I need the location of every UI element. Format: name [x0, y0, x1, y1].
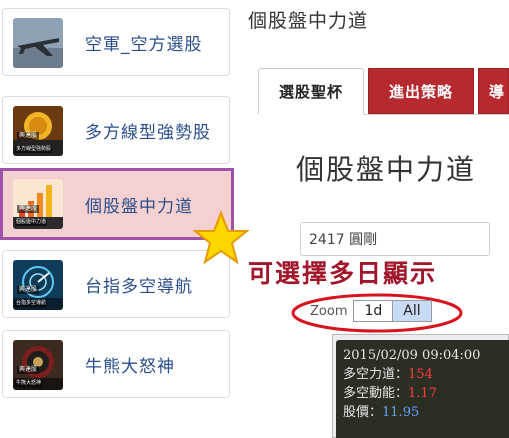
- tab-bar: 選股聖杯 進出策略 導: [258, 68, 509, 116]
- tab-stock-grail[interactable]: 選股聖杯: [258, 68, 364, 114]
- tab-divider: [364, 114, 509, 115]
- sidebar-item-label: 牛熊大怒神: [85, 356, 175, 377]
- tooltip-value: 11.95: [382, 405, 420, 420]
- tab-navigator[interactable]: 導: [478, 68, 509, 114]
- chart-tooltip: 2015/02/09 09:04:00 多空力道：154 多空動能：1.17 股…: [336, 340, 509, 438]
- sidebar-item-label: 台指多空導航: [85, 276, 193, 297]
- roulette-wheel-icon: 興達股 牛熊大怒神: [13, 340, 63, 390]
- sidebar-item-label: 多方線型強勢股: [85, 122, 211, 143]
- thumb-tag: 興達股: [17, 205, 40, 213]
- zoom-all-button[interactable]: All: [393, 300, 432, 322]
- tooltip-row-momentum: 多空動能：1.17: [343, 384, 509, 403]
- tooltip-label: 多空力道：: [343, 367, 409, 382]
- page-title: 個股盤中力道: [248, 10, 369, 32]
- thumb-caption: 個股盤中力道: [15, 219, 48, 226]
- tooltip-datetime: 2015/02/09 09:04:00: [343, 348, 481, 363]
- sidebar-item-label: 個股盤中力道: [85, 196, 193, 217]
- star-icon: [193, 210, 249, 265]
- multi-day-callout: 可選擇多日顯示: [248, 259, 438, 288]
- jet-fighter-icon: [13, 18, 63, 68]
- zoom-label: Zoom: [310, 303, 348, 319]
- tooltip-row-strength: 多空力道：154: [343, 365, 509, 384]
- sidebar-item-label: 空軍_空方選股: [85, 34, 203, 55]
- tooltip-value: 154: [408, 367, 433, 382]
- tooltip-value: 1.17: [408, 386, 437, 401]
- zoom-control: Zoom 1d All: [310, 298, 432, 324]
- rising-bars-icon: 興達股 個股盤中力道: [13, 179, 63, 229]
- thumb-caption: 台指多空導航: [15, 300, 48, 307]
- tooltip-label: 多空動能：: [343, 386, 409, 401]
- sidebar-item-bull-bear[interactable]: 興達股 牛熊大怒神 牛熊大怒神: [2, 330, 230, 398]
- gold-coins-icon: 興達股 多方線型強勢股: [13, 106, 63, 156]
- thumb-tag: 興達股: [17, 366, 40, 374]
- thumb-tag: 興達股: [17, 132, 40, 140]
- sidebar-item-air-force[interactable]: 空軍_空方選股: [2, 8, 230, 76]
- stock-search-input[interactable]: [300, 222, 490, 256]
- tab-entry-exit[interactable]: 進出策略: [368, 68, 474, 114]
- thumb-caption: 牛熊大怒神: [15, 380, 43, 387]
- thumb-caption: 多方線型強勢股: [15, 146, 53, 153]
- panel-title: 個股盤中力道: [296, 153, 477, 186]
- compass-dial-icon: 興達股 台指多空導航: [13, 260, 63, 310]
- tooltip-row-price: 股價：11.95: [343, 403, 509, 422]
- sidebar-item-bull-trend[interactable]: 興達股 多方線型強勢股 多方線型強勢股: [2, 96, 230, 164]
- tooltip-label: 股價：: [343, 405, 383, 420]
- zoom-1d-button[interactable]: 1d: [353, 300, 394, 322]
- thumb-tag: 興達股: [17, 286, 40, 294]
